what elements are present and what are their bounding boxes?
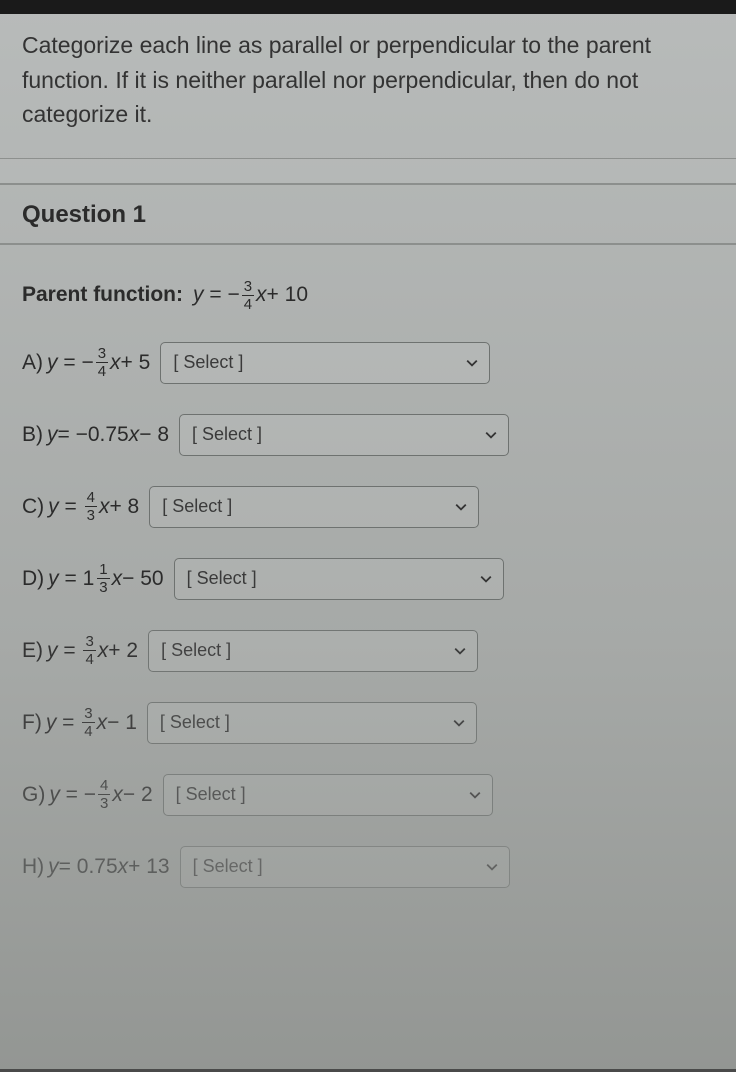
chevron-down-icon [468,788,482,802]
option-g-select[interactable]: [ Select ] [163,774,493,816]
chevron-down-icon [479,572,493,586]
option-row-g: G) y = −43x − 2 [ Select ] [22,774,714,816]
select-placeholder: [ Select ] [192,424,262,445]
option-row-e: E) y = 34x + 2 [ Select ] [22,630,714,672]
select-placeholder: [ Select ] [176,784,246,805]
select-placeholder: [ Select ] [161,640,231,661]
option-row-h: H) y = 0.75x + 13 [ Select ] [22,846,714,888]
option-row-f: F) y = 34x − 1 [ Select ] [22,702,714,744]
select-placeholder: [ Select ] [187,568,257,589]
question-content: Parent function: y = −34x + 10 A) y = −3… [0,245,736,916]
select-placeholder: [ Select ] [160,712,230,733]
option-b-select[interactable]: [ Select ] [179,414,509,456]
select-placeholder: [ Select ] [162,496,232,517]
option-row-b: B) y = −0.75x − 8 [ Select ] [22,414,714,456]
divider-row [0,159,736,185]
option-h-equation: H) y = 0.75x + 13 [22,855,170,879]
chevron-down-icon [484,428,498,442]
select-placeholder: [ Select ] [173,352,243,373]
option-c-select[interactable]: [ Select ] [149,486,479,528]
app-frame: Categorize each line as parallel or perp… [0,0,736,1072]
option-e-equation: E) y = 34x + 2 [22,634,138,667]
parent-function-equation: y = −34x + 10 [193,279,308,312]
select-placeholder: [ Select ] [193,856,263,877]
option-d-select[interactable]: [ Select ] [174,558,504,600]
option-f-equation: F) y = 34x − 1 [22,706,137,739]
option-row-c: C) y = 43x + 8 [ Select ] [22,486,714,528]
parent-function-label: Parent function: [22,283,183,307]
option-f-select[interactable]: [ Select ] [147,702,477,744]
option-row-d: D) y = 113x − 50 [ Select ] [22,558,714,600]
chevron-down-icon [465,356,479,370]
option-d-equation: D) y = 113x − 50 [22,562,164,595]
chevron-down-icon [454,500,468,514]
instructions-text: Categorize each line as parallel or perp… [0,14,736,159]
option-e-select[interactable]: [ Select ] [148,630,478,672]
option-c-equation: C) y = 43x + 8 [22,490,139,523]
option-g-equation: G) y = −43x − 2 [22,778,153,811]
parent-function-line: Parent function: y = −34x + 10 [22,279,714,312]
chevron-down-icon [452,716,466,730]
option-b-equation: B) y = −0.75x − 8 [22,423,169,447]
option-a-equation: A) y = −34x + 5 [22,346,150,379]
question-header: Question 1 [0,185,736,245]
chevron-down-icon [453,644,467,658]
option-row-a: A) y = −34x + 5 [ Select ] [22,342,714,384]
chevron-down-icon [485,860,499,874]
option-a-select[interactable]: [ Select ] [160,342,490,384]
option-h-select[interactable]: [ Select ] [180,846,510,888]
